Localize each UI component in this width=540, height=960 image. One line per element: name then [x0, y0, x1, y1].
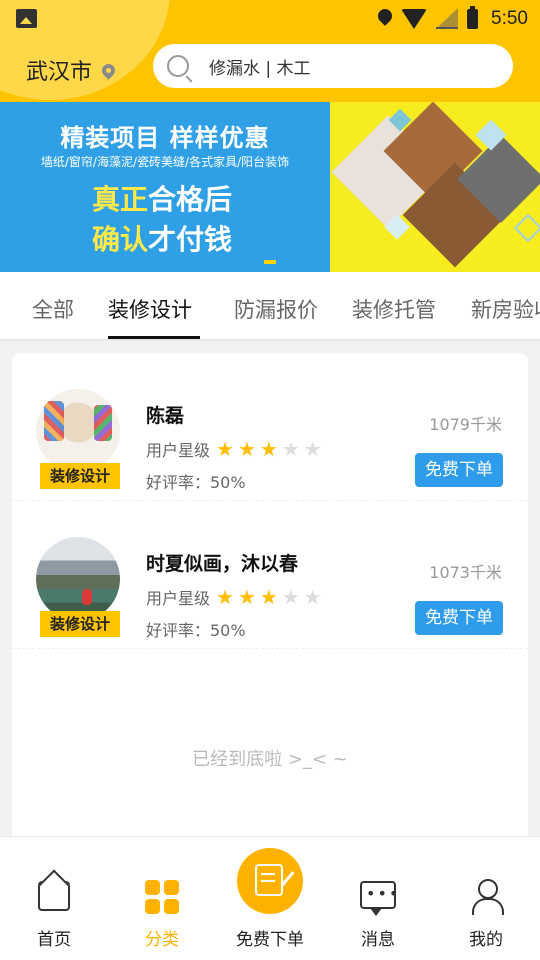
tab-leak-quote[interactable]: 防漏报价 [234, 294, 318, 324]
banner-diamond [513, 213, 540, 243]
designer-row[interactable]: 装修设计 时夏似画，沐以春 用户星级 ★ ★ ★ ★ ★ 好评率：50% 1073千米 … [12, 501, 528, 649]
designer-row[interactable]: 装修设计 陈磊 用户星级 ★ ★ ★ ★ ★ 好评率：50% 1079千米 免费下单 [12, 353, 528, 501]
positive-rate: 好评率：50% [146, 473, 246, 492]
search-placeholder: 修漏水 | 木工 [209, 58, 311, 79]
wifi-icon [401, 9, 428, 29]
status-bar: 5:50 [0, 0, 540, 38]
designer-avatar [36, 537, 120, 621]
banner-image-collage [330, 102, 540, 272]
signal-icon [436, 8, 459, 29]
promo-banner[interactable]: 精装项目 样样优惠 墙纸/窗帘/海藻泥/瓷砖美缝/各式家具/阳台装饰 真正合格后… [0, 102, 540, 272]
free-order-button[interactable]: 免费下单 [415, 453, 503, 487]
free-order-fab[interactable] [237, 848, 303, 914]
designer-name: 陈磊 [146, 405, 185, 427]
free-order-button[interactable]: 免费下单 [415, 601, 503, 635]
nav-label: 我的 [469, 930, 503, 950]
location-status-icon [378, 9, 392, 29]
designer-level: 用户星级 ★ ★ ★ ★ ★ [146, 585, 322, 609]
status-icons: 5:50 [378, 6, 528, 32]
nav-label: 免费下单 [236, 930, 304, 950]
status-time: 5:50 [491, 8, 528, 29]
distance: 1073千米 [429, 563, 502, 582]
nav-category[interactable]: 分类 [108, 837, 216, 960]
banner-text-panel: 精装项目 样样优惠 墙纸/窗帘/海藻泥/瓷砖美缝/各式家具/阳台装饰 真正合格后… [0, 102, 330, 272]
star-filled-icon: ★ [237, 585, 256, 609]
designer-level: 用户星级 ★ ★ ★ ★ ★ [146, 437, 322, 461]
tabs-divider [0, 339, 540, 341]
search-bar[interactable]: 修漏水 | 木工 [153, 44, 513, 88]
location-pin-icon [99, 60, 118, 80]
nav-home[interactable]: 首页 [0, 837, 108, 960]
banner-page-indicator [264, 260, 276, 264]
banner-line-2: 确认才付钱 [92, 218, 232, 258]
banner-subtitle: 墙纸/窗帘/海藻泥/瓷砖美缝/各式家具/阳台装饰 [40, 155, 290, 169]
distance: 1079千米 [429, 415, 502, 434]
order-edit-icon [255, 864, 283, 896]
row-divider [12, 648, 528, 649]
category-tabs: 全部 装修设计 防漏报价 装修托管 新房验收 [0, 272, 540, 340]
designer-avatar [36, 389, 120, 473]
star-filled-icon: ★ [216, 437, 234, 461]
banner-line-2-highlight: 确认 [92, 223, 149, 256]
city-selector[interactable]: 武汉市 [26, 54, 118, 86]
tab-new-house-inspection[interactable]: 新房验收 [471, 294, 540, 324]
nav-label: 首页 [37, 930, 71, 950]
banner-line-1: 真正合格后 [92, 178, 232, 218]
nav-label: 消息 [361, 930, 395, 950]
star-filled-icon: ★ [259, 437, 278, 461]
banner-title: 精装项目 样样优惠 [60, 124, 270, 152]
list-end-text: 已经到底啦 >_< ~ [192, 749, 348, 770]
tab-renovation-custody[interactable]: 装修托管 [352, 294, 436, 324]
positive-rate: 好评率：50% [146, 621, 246, 640]
star-empty-icon: ★ [281, 585, 300, 609]
banner-line-1-rest: 合格后 [148, 183, 233, 216]
designer-list: 装修设计 陈磊 用户星级 ★ ★ ★ ★ ★ 好评率：50% 1079千米 免费下单 装… [12, 353, 528, 843]
city-name: 武汉市 [26, 60, 93, 85]
nav-label: 分类 [145, 930, 179, 950]
designer-name: 时夏似画，沐以春 [146, 553, 299, 575]
level-label: 用户星级 [146, 589, 211, 608]
search-icon [167, 55, 189, 77]
nav-mine[interactable]: 我的 [432, 837, 540, 960]
designer-tag: 装修设计 [40, 463, 120, 489]
category-icon [145, 880, 179, 914]
tab-decoration-design[interactable]: 装修设计 [108, 294, 192, 324]
star-empty-icon: ★ [303, 437, 322, 461]
designer-tag: 装修设计 [40, 611, 120, 637]
header: 5:50 武汉市 修漏水 | 木工 [0, 0, 540, 102]
star-filled-icon: ★ [259, 585, 278, 609]
star-filled-icon: ★ [216, 585, 234, 609]
battery-icon [467, 6, 479, 29]
star-empty-icon: ★ [281, 437, 300, 461]
user-icon [472, 879, 504, 915]
banner-line-1-highlight: 真正 [92, 183, 149, 216]
tab-all[interactable]: 全部 [32, 294, 74, 324]
nav-messages[interactable]: 消息 [324, 837, 432, 960]
banner-line-2-rest: 才付钱 [148, 223, 233, 256]
message-icon [360, 881, 400, 916]
level-label: 用户星级 [146, 441, 211, 460]
star-rating: ★ ★ ★ ★ ★ [216, 587, 322, 607]
home-icon [38, 881, 70, 911]
star-empty-icon: ★ [303, 585, 322, 609]
gallery-notification-icon [16, 9, 37, 28]
star-filled-icon: ★ [237, 437, 256, 461]
star-rating: ★ ★ ★ ★ ★ [216, 439, 322, 459]
